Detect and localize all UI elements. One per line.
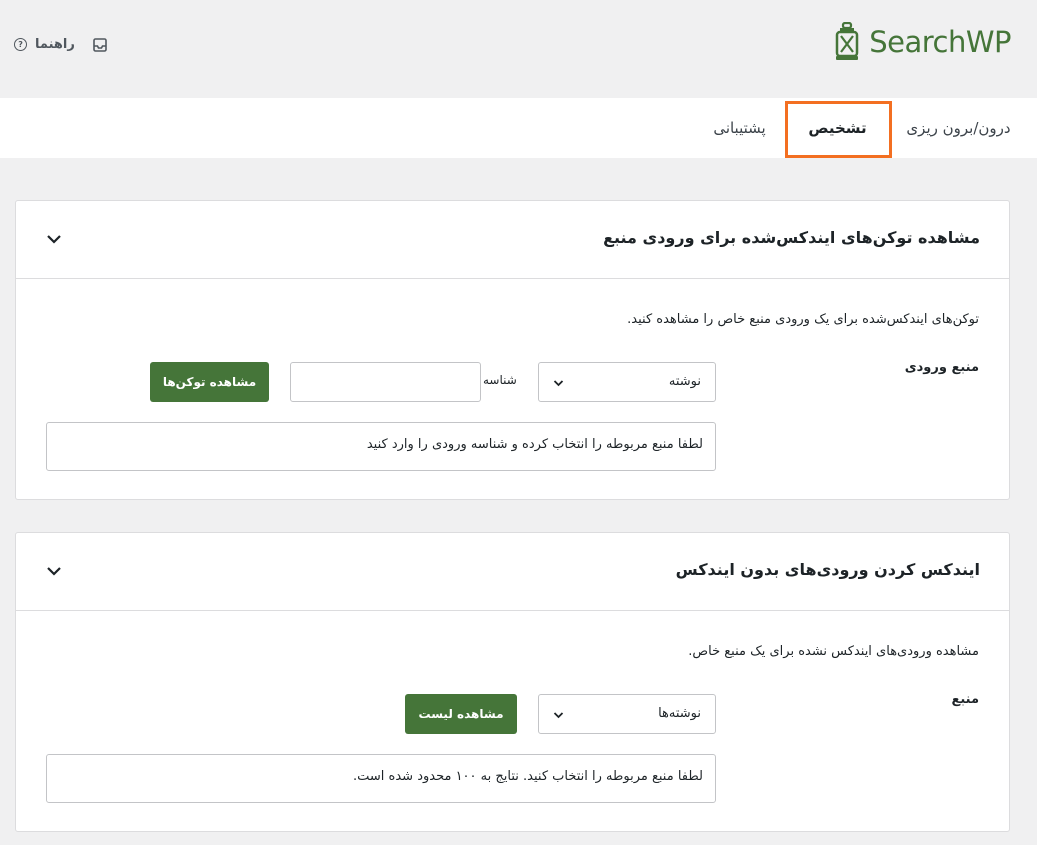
lantern-icon — [835, 22, 859, 60]
help-link[interactable]: راهنما ? — [14, 37, 75, 52]
tab-diagnostics[interactable]: تشخیص — [785, 98, 892, 158]
tab-support[interactable]: پشتیبانی — [707, 98, 772, 158]
help-icon: ? — [14, 38, 27, 51]
tab-import-export[interactable]: درون/برون ریزی — [906, 98, 1011, 158]
card-header[interactable]: ایندکس کردن ورودی‌های بدون ایندکس — [16, 533, 1009, 611]
card-header[interactable]: مشاهده توکن‌های ایندکس‌شده برای ورودی من… — [16, 201, 1009, 279]
card-description: مشاهده ورودی‌های ایندکس نشده برای یک منب… — [688, 644, 979, 659]
help-label: راهنما — [35, 37, 75, 52]
chevron-down-icon[interactable] — [46, 566, 62, 576]
select-value: نوشته — [668, 374, 701, 389]
card-title: ایندکس کردن ورودی‌های بدون ایندکس — [675, 560, 980, 579]
chevron-down-icon — [553, 380, 564, 387]
card-description: توکن‌های ایندکس‌شده برای یک ورودی منبع خ… — [627, 312, 979, 327]
field-label-source-entry: منبع ورودی — [904, 360, 979, 375]
card-title: مشاهده توکن‌های ایندکس‌شده برای ورودی من… — [603, 228, 980, 247]
tab-bar: درون/برون ریزی تشخیص پشتیبانی — [0, 98, 1037, 158]
tokens-output-box: لطفا منبع مربوطه را انتخاب کرده و شناسه … — [46, 422, 716, 471]
id-label: شناسه — [483, 373, 517, 387]
chevron-down-icon[interactable] — [46, 234, 62, 244]
unindexed-output-box: لطفا منبع مربوطه را انتخاب کنید. نتایج ب… — [46, 754, 716, 803]
searchwp-logo: SearchWP — [833, 22, 1011, 62]
select-value: نوشته‌ها — [658, 706, 701, 721]
view-tokens-button[interactable]: مشاهده توکن‌ها — [150, 362, 269, 402]
source-select[interactable]: نوشته — [538, 362, 716, 402]
logo-text: SearchWP — [869, 25, 1011, 59]
output-text: لطفا منبع مربوطه را انتخاب کنید. نتایج ب… — [353, 769, 703, 784]
entry-id-input[interactable] — [290, 362, 481, 402]
chevron-down-icon — [553, 712, 564, 719]
view-list-button[interactable]: مشاهده لیست — [405, 694, 517, 734]
source-select[interactable]: نوشته‌ها — [538, 694, 716, 734]
output-text: لطفا منبع مربوطه را انتخاب کرده و شناسه … — [366, 437, 703, 452]
indexed-tokens-card: مشاهده توکن‌های ایندکس‌شده برای ورودی من… — [15, 200, 1010, 500]
inbox-icon[interactable] — [92, 37, 108, 53]
unindexed-entries-card: ایندکس کردن ورودی‌های بدون ایندکس مشاهده… — [15, 532, 1010, 832]
field-label-source: منبع — [951, 692, 979, 707]
top-bar: راهنما ? SearchWP — [0, 0, 1037, 98]
